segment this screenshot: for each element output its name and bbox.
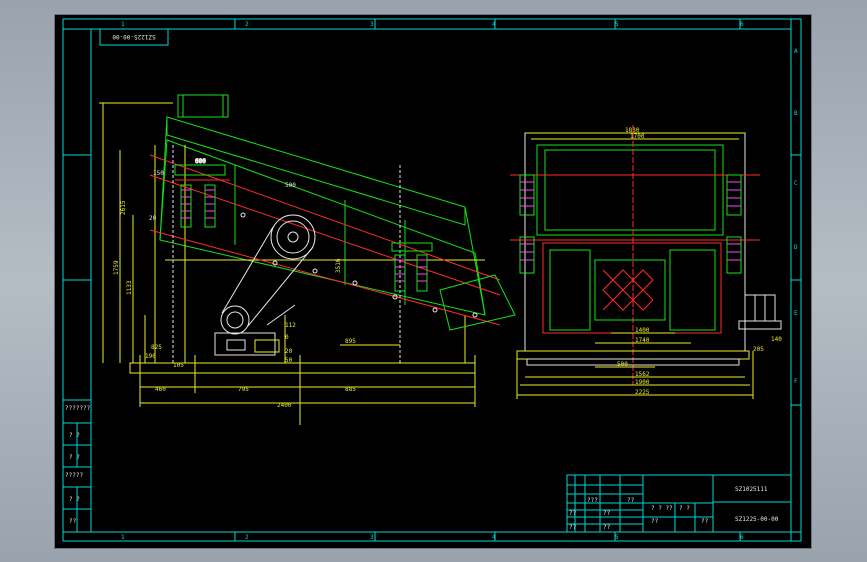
svg-text:??: ?? <box>651 518 659 525</box>
drawing-code-top: SZ1225-00-00 <box>112 33 156 40</box>
svg-text:? ? ??: ? ? ?? <box>651 505 673 512</box>
dim-small-c: 50 <box>285 357 293 364</box>
discharge-chute <box>439 274 516 331</box>
svg-text:???: ??? <box>587 497 598 504</box>
dim-r-top2: 1700 <box>630 133 645 140</box>
svg-text:??: ?? <box>569 524 577 531</box>
inner-frame <box>90 28 792 533</box>
dim-r-bottom1: 1400 <box>635 327 650 334</box>
end-springs-left <box>519 174 535 274</box>
svg-text:1: 1 <box>121 534 125 541</box>
dim-r-bottom2: 1740 <box>635 337 650 344</box>
svg-text:??: ?? <box>603 524 611 531</box>
dim-r-bottom3: 500 <box>617 361 628 368</box>
svg-text:5: 5 <box>615 21 619 28</box>
drawing-number: SZ1225-00-00 <box>735 516 779 523</box>
svg-text:? ?: ? ? <box>69 496 80 503</box>
dim-r-bottom4: 1562 <box>635 371 650 378</box>
dim-r-bottom5: 1900 <box>635 379 650 386</box>
end-upper-box <box>536 144 724 236</box>
spring-group-left <box>174 164 230 228</box>
svg-text:4: 4 <box>492 534 496 541</box>
svg-text:? ?: ? ? <box>69 454 80 461</box>
svg-text:6: 6 <box>740 534 744 541</box>
svg-text:3: 3 <box>370 21 374 28</box>
dim-r-side1: 140 <box>771 336 782 343</box>
outer-frame <box>62 18 802 542</box>
title-code: SZ1025111 <box>735 486 768 493</box>
dim-h4: 190 <box>145 353 156 360</box>
end-view-outline <box>524 132 746 352</box>
dim-h1: 1759 <box>113 260 120 275</box>
svg-text:??: ?? <box>603 510 611 517</box>
svg-text:2: 2 <box>245 534 249 541</box>
end-view: 1830 1700 1400 1740 500 1562 1900 2225 1… <box>510 125 782 399</box>
v-belt-1 <box>221 226 274 314</box>
dim-w1: 795 <box>238 386 249 393</box>
dim-angle: 3516 <box>335 258 342 273</box>
svg-text:??: ?? <box>701 518 709 525</box>
svg-text:???????: ??????? <box>65 405 91 412</box>
svg-text:? ?: ? ? <box>69 432 80 439</box>
screen-box-top <box>166 116 466 226</box>
svg-text:D: D <box>794 244 798 251</box>
feed-hopper <box>177 94 229 118</box>
svg-text:B: B <box>794 110 798 117</box>
dim-w3: 2400 <box>277 402 292 409</box>
svg-text:3: 3 <box>370 534 374 541</box>
svg-text:?????: ????? <box>65 472 83 479</box>
revision-notes: ??????? ? ? ? ? ????? ? ? ?? <box>62 399 92 533</box>
cad-canvas[interactable]: 1 2 3 4 5 6 1 2 3 4 5 6 A B C D E F SZ12… <box>55 15 811 548</box>
dim-r-side2: 205 <box>753 346 764 353</box>
drawing-sheet: 1 2 3 4 5 6 1 2 3 4 5 6 A B C D E F SZ12… <box>55 15 811 548</box>
incline-centerline-1 <box>149 154 501 281</box>
zone-markers <box>63 19 801 541</box>
svg-text:2: 2 <box>245 21 249 28</box>
dim-small-d: 20 <box>285 348 293 355</box>
end-motor <box>744 294 776 322</box>
dim-mid-a: 500 <box>285 182 296 189</box>
dim-w2: 885 <box>345 386 356 393</box>
dim-top-a: 600 <box>195 158 206 165</box>
dim-h2: 1133 <box>126 280 133 295</box>
dim-r-bottom6: 2225 <box>635 389 650 396</box>
svg-text:A: A <box>794 48 798 55</box>
cross-bracing <box>602 269 654 311</box>
dim-overall-height: 2615 <box>120 200 127 215</box>
end-springs-right <box>726 174 742 274</box>
spring-group-right <box>391 242 433 292</box>
svg-text:4: 4 <box>492 21 496 28</box>
svg-text:??: ?? <box>627 497 635 504</box>
svg-text:? ?: ? ? <box>679 505 690 512</box>
dim-top-b: 150 <box>153 170 164 177</box>
dim-small-b: 0 <box>285 334 289 341</box>
svg-text:6: 6 <box>740 21 744 28</box>
svg-text:??: ?? <box>69 518 77 525</box>
dim-w4: 895 <box>345 338 356 345</box>
svg-text:E: E <box>794 310 798 317</box>
side-view: 2615 1759 1133 825 190 105 460 795 885 2… <box>99 94 516 425</box>
dim-top-c: 20 <box>149 215 157 222</box>
dim-h5: 105 <box>173 362 184 369</box>
dim-h3: 825 <box>151 344 162 351</box>
svg-text:5: 5 <box>615 534 619 541</box>
svg-text:C: C <box>794 180 798 187</box>
svg-text:1: 1 <box>121 21 125 28</box>
svg-text:F: F <box>794 378 798 385</box>
svg-text:??: ?? <box>569 510 577 517</box>
dim-small-a: 112 <box>285 322 296 329</box>
dim-h6: 460 <box>155 386 166 393</box>
motor-pulley <box>220 305 250 335</box>
title-block: ?? ??? ?? ?? ?? ?? ? ? ?? ? ? ?? ?? SZ10… <box>566 474 792 533</box>
